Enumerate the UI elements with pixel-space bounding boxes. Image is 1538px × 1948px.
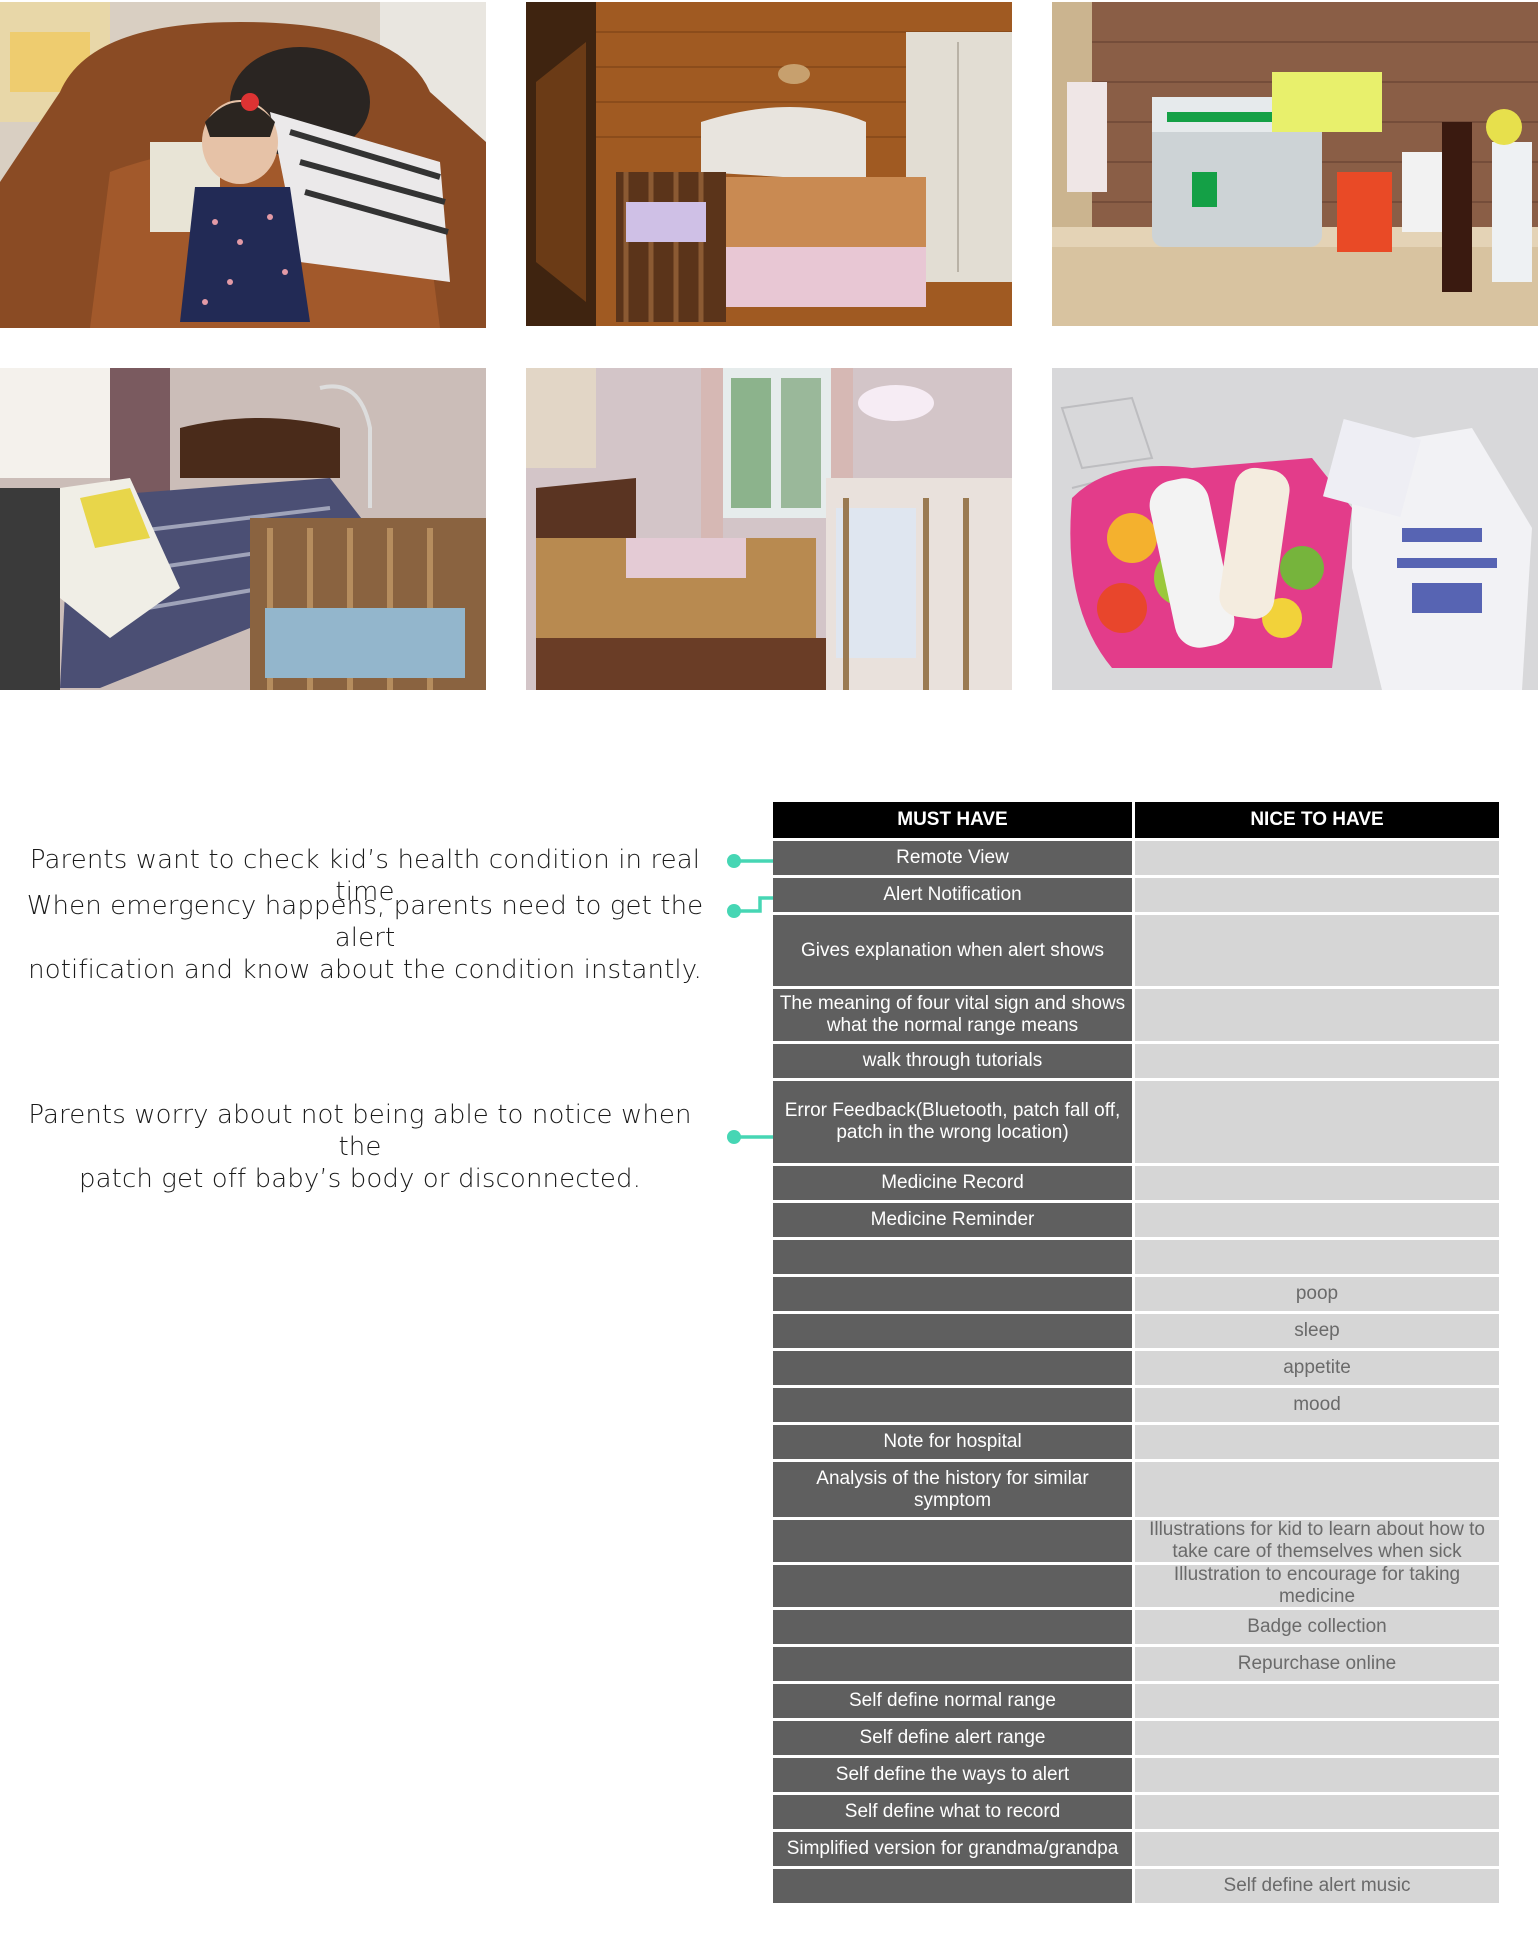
header-nice-to-have: NICE TO HAVE	[1135, 802, 1499, 838]
nice-to-have-cell	[1135, 1081, 1499, 1163]
nice-to-have-cell	[1135, 1166, 1499, 1200]
connector-emergency-dot-left	[727, 904, 741, 918]
nice-to-have-cell	[1135, 1721, 1499, 1755]
photo-sofa	[0, 2, 486, 328]
nice-to-have-cell: Self define alert music	[1135, 1869, 1499, 1903]
note-patch-disconnect-line1: Parents worry about not being able to no…	[28, 1100, 692, 1162]
nice-to-have-cell	[1135, 915, 1499, 986]
must-have-cell	[773, 1610, 1132, 1644]
nice-to-have-cell	[1135, 1240, 1499, 1274]
must-have-cell	[773, 1314, 1132, 1348]
must-have-cell: Gives explanation when alert shows	[773, 915, 1132, 986]
table-row: Medicine Record	[773, 1166, 1499, 1200]
nice-to-have-cell	[1135, 1462, 1499, 1517]
must-have-cell	[773, 1869, 1132, 1903]
nice-to-have-cell: appetite	[1135, 1351, 1499, 1385]
table-row: Gives explanation when alert shows	[773, 915, 1499, 986]
table-row: Illustrations for kid to learn about how…	[773, 1519, 1499, 1562]
must-have-cell: Remote View	[773, 841, 1132, 875]
photo-bedroom-diaper	[0, 368, 486, 690]
nice-to-have-cell: Repurchase online	[1135, 1647, 1499, 1681]
table-row: Illustration to encourage for taking med…	[773, 1564, 1499, 1607]
connector-realtime-dot-left	[727, 854, 741, 868]
nice-to-have-cell	[1135, 1425, 1499, 1459]
must-have-cell: Self define what to record	[773, 1795, 1132, 1829]
must-have-cell: Self define alert range	[773, 1721, 1132, 1755]
table-row: Error Feedback(Bluetooth, patch fall off…	[773, 1081, 1499, 1163]
connector-patch-dot-left	[727, 1130, 741, 1144]
table-row	[773, 1240, 1499, 1274]
must-have-cell	[773, 1351, 1132, 1385]
nice-to-have-cell: Illustration to encourage for taking med…	[1135, 1564, 1499, 1607]
must-have-cell	[773, 1565, 1132, 1607]
must-have-cell: Error Feedback(Bluetooth, patch fall off…	[773, 1081, 1132, 1163]
nice-to-have-cell	[1135, 1758, 1499, 1792]
table-row: appetite	[773, 1351, 1499, 1385]
photo-medicine-pouch	[1052, 368, 1538, 690]
nice-to-have-cell: Illustrations for kid to learn about how…	[1135, 1519, 1499, 1562]
nice-to-have-cell	[1135, 989, 1499, 1041]
table-row: Simplified version for grandma/grandpa	[773, 1832, 1499, 1866]
table-row: Self define normal range	[773, 1684, 1499, 1718]
table-row: walk through tutorials	[773, 1044, 1499, 1078]
note-patch-disconnect-line2: patch get off baby’s body or disconnecte…	[79, 1164, 641, 1194]
note-emergency-alert: When emergency happens, parents need to …	[20, 890, 710, 986]
nice-to-have-cell: poop	[1135, 1277, 1499, 1311]
photo-medicine-shelf	[1052, 2, 1538, 326]
header-must-have: MUST HAVE	[773, 802, 1132, 838]
feature-priority-table: MUST HAVE NICE TO HAVE Remote View Alert …	[773, 802, 1499, 1906]
table-row: Medicine Reminder	[773, 1203, 1499, 1237]
photo-bedroom-window	[526, 368, 1012, 690]
table-row: Remote View	[773, 841, 1499, 875]
must-have-cell: Medicine Reminder	[773, 1203, 1132, 1237]
must-have-cell	[773, 1388, 1132, 1422]
table-row: Note for hospital	[773, 1425, 1499, 1459]
table-row: mood	[773, 1388, 1499, 1422]
must-have-cell: Self define normal range	[773, 1684, 1132, 1718]
note-emergency-alert-line2: notification and know about the conditio…	[28, 955, 702, 985]
must-have-cell	[773, 1647, 1132, 1681]
table-row: Self define the ways to alert	[773, 1758, 1499, 1792]
must-have-cell	[773, 1277, 1132, 1311]
table-row: Self define alert music	[773, 1869, 1499, 1903]
note-emergency-alert-line1: When emergency happens, parents need to …	[26, 891, 704, 953]
must-have-cell: walk through tutorials	[773, 1044, 1132, 1078]
nice-to-have-cell	[1135, 1044, 1499, 1078]
table-body: Remote View Alert Notification Gives expla…	[773, 841, 1499, 1903]
nice-to-have-cell	[1135, 841, 1499, 875]
note-patch-disconnect: Parents worry about not being able to no…	[20, 1099, 700, 1195]
nice-to-have-cell: Badge collection	[1135, 1610, 1499, 1644]
nice-to-have-cell: mood	[1135, 1388, 1499, 1422]
table-row: Badge collection	[773, 1610, 1499, 1644]
must-have-cell	[773, 1240, 1132, 1274]
table-row: Self define alert range	[773, 1721, 1499, 1755]
photo-bedroom-wood-wall	[526, 2, 1012, 326]
table-row: poop	[773, 1277, 1499, 1311]
table-row: Self define what to record	[773, 1795, 1499, 1829]
table-row: The meaning of four vital sign and shows…	[773, 989, 1499, 1041]
table-row: Repurchase online	[773, 1647, 1499, 1681]
must-have-cell: Self define the ways to alert	[773, 1758, 1132, 1792]
nice-to-have-cell	[1135, 1832, 1499, 1866]
nice-to-have-cell	[1135, 878, 1499, 912]
nice-to-have-cell	[1135, 1684, 1499, 1718]
nice-to-have-cell: sleep	[1135, 1314, 1499, 1348]
table-row: sleep	[773, 1314, 1499, 1348]
nice-to-have-cell	[1135, 1795, 1499, 1829]
must-have-cell: Alert Notification	[773, 878, 1132, 912]
must-have-cell: Simplified version for grandma/grandpa	[773, 1832, 1132, 1866]
table-header: MUST HAVE NICE TO HAVE	[773, 802, 1499, 838]
must-have-cell: Analysis of the history for similar symp…	[773, 1462, 1132, 1517]
nice-to-have-cell	[1135, 1203, 1499, 1237]
must-have-cell: Medicine Record	[773, 1166, 1132, 1200]
must-have-cell	[773, 1520, 1132, 1562]
table-row: Alert Notification	[773, 878, 1499, 912]
must-have-cell: Note for hospital	[773, 1425, 1132, 1459]
must-have-cell: The meaning of four vital sign and shows…	[773, 989, 1132, 1041]
table-row: Analysis of the history for similar symp…	[773, 1462, 1499, 1517]
